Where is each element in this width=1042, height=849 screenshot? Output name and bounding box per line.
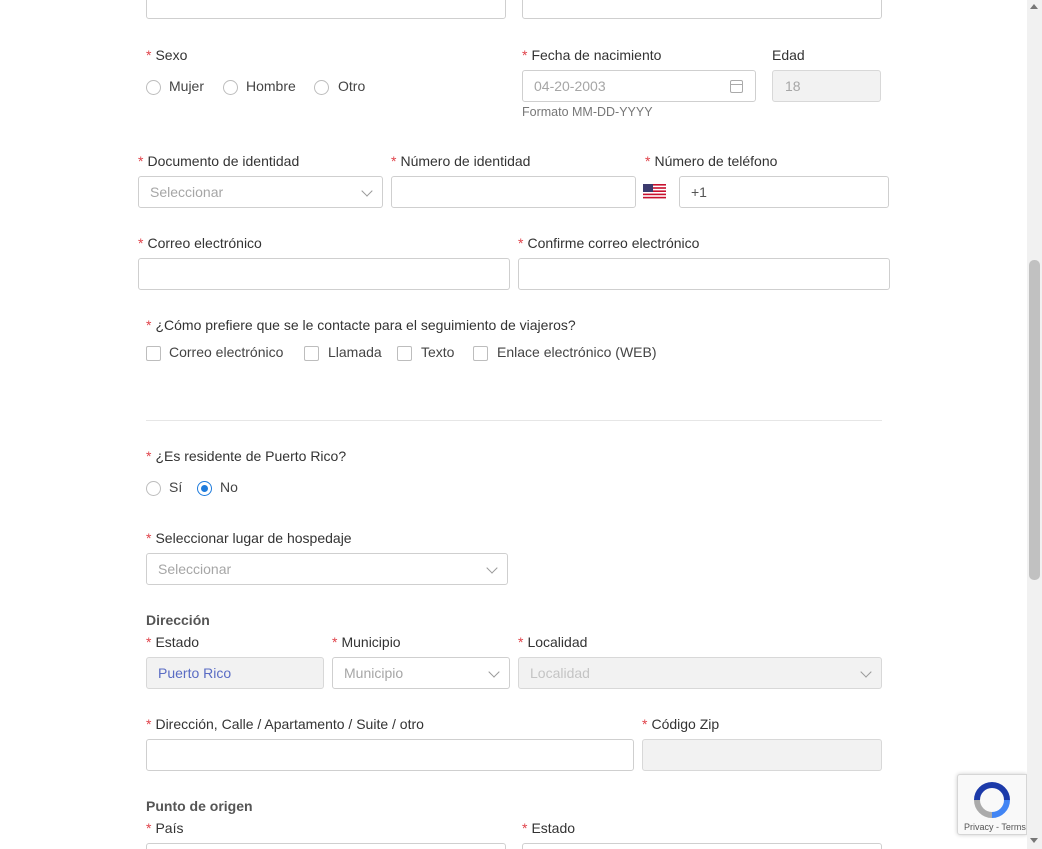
sexo-mujer-label: Mujer xyxy=(169,78,205,94)
sexo-hombre-label: Hombre xyxy=(246,78,296,94)
chevron-down-icon xyxy=(860,666,872,678)
numero-identidad-label: * Número de identidad xyxy=(391,153,531,169)
localidad-placeholder: Localidad xyxy=(530,665,590,681)
estado-label: * Estado xyxy=(146,634,200,650)
residente-label: * ¿Es residente de Puerto Rico? xyxy=(146,448,347,464)
residente-si-label: Sí xyxy=(169,479,183,495)
calle-input[interactable] xyxy=(146,739,634,771)
recaptcha-terms[interactable]: Privacy - Terms xyxy=(964,822,1026,832)
fecha-input[interactable]: 04-20-2003 xyxy=(522,70,756,102)
direccion-section-title: Dirección xyxy=(146,612,210,628)
correo-label: * Correo electrónico xyxy=(138,235,262,251)
scroll-down-icon[interactable] xyxy=(1030,838,1038,843)
telefono-input[interactable]: +1 xyxy=(679,176,889,208)
calle-label: * Dirección, Calle / Apartamento / Suite … xyxy=(146,716,424,732)
hospedaje-placeholder: Seleccionar xyxy=(158,561,232,577)
contacto-web-label: Enlace electrónico (WEB) xyxy=(497,344,657,360)
localidad-label: * Localidad xyxy=(518,634,588,650)
hospedaje-label: * Seleccionar lugar de hospedaje xyxy=(146,530,352,546)
chevron-down-icon xyxy=(488,666,500,678)
contacto-llamada-checkbox[interactable] xyxy=(304,346,319,361)
numero-identidad-input[interactable] xyxy=(391,176,636,208)
scrollbar-thumb[interactable] xyxy=(1029,260,1040,580)
telefono-label: * Número de teléfono xyxy=(645,153,778,169)
pais-label: * País xyxy=(146,820,184,836)
estado-value: Puerto Rico xyxy=(158,665,232,681)
sexo-otro-radio[interactable] xyxy=(314,80,329,95)
recaptcha-badge[interactable]: Privacy - Terms xyxy=(957,774,1027,835)
contacto-llamada-label: Llamada xyxy=(328,344,382,360)
sexo-otro-label: Otro xyxy=(338,78,366,94)
section-divider xyxy=(146,420,882,421)
zip-input xyxy=(642,739,882,771)
documento-select[interactable]: Seleccionar xyxy=(138,176,383,208)
contacto-texto-label: Texto xyxy=(421,344,455,360)
origen-section-title: Punto de origen xyxy=(146,798,253,814)
top-right-input[interactable] xyxy=(522,0,882,19)
municipio-placeholder: Municipio xyxy=(344,665,404,681)
pais-select[interactable] xyxy=(146,843,506,849)
estado-input: Puerto Rico xyxy=(146,657,324,689)
zip-label: * Código Zip xyxy=(642,716,720,732)
edad-input: 18 xyxy=(772,70,881,102)
documento-label: * Documento de identidad xyxy=(138,153,300,169)
confirme-correo-input[interactable] xyxy=(518,258,890,290)
localidad-select: Localidad xyxy=(518,657,882,689)
municipio-select[interactable]: Municipio xyxy=(332,657,510,689)
origen-estado-select[interactable] xyxy=(522,843,882,849)
sexo-label: * Sexo xyxy=(146,47,188,63)
contacto-correo-label: Correo electrónico xyxy=(169,344,284,360)
correo-input[interactable] xyxy=(138,258,510,290)
confirme-correo-label: * Confirme correo electrónico xyxy=(518,235,700,251)
top-left-input[interactable] xyxy=(146,0,506,19)
recaptcha-icon xyxy=(974,782,1010,818)
origen-estado-label: * Estado xyxy=(522,820,576,836)
edad-value: 18 xyxy=(785,78,801,94)
contacto-correo-checkbox[interactable] xyxy=(146,346,161,361)
sexo-hombre-radio[interactable] xyxy=(223,80,238,95)
contacto-label: * ¿Cómo prefiere que se le contacte para … xyxy=(146,317,576,333)
residente-si-radio[interactable] xyxy=(146,481,161,496)
fecha-placeholder: 04-20-2003 xyxy=(534,78,606,94)
us-flag-icon[interactable] xyxy=(643,184,666,199)
calendar-icon[interactable] xyxy=(730,80,743,93)
residente-no-radio[interactable] xyxy=(197,481,212,496)
contacto-texto-checkbox[interactable] xyxy=(397,346,412,361)
municipio-label: * Municipio xyxy=(332,634,401,650)
sexo-mujer-radio[interactable] xyxy=(146,80,161,95)
chevron-down-icon xyxy=(361,185,373,197)
scroll-up-icon[interactable] xyxy=(1030,4,1038,9)
fecha-hint: Formato MM-DD-YYYY xyxy=(522,105,653,119)
contacto-web-checkbox[interactable] xyxy=(473,346,488,361)
documento-placeholder: Seleccionar xyxy=(150,184,224,200)
telefono-prefix: +1 xyxy=(691,184,707,200)
fecha-label: * Fecha de nacimiento xyxy=(522,47,662,63)
residente-no-label: No xyxy=(220,479,238,495)
hospedaje-select[interactable]: Seleccionar xyxy=(146,553,508,585)
edad-label: Edad xyxy=(772,47,805,63)
chevron-down-icon xyxy=(486,562,498,574)
